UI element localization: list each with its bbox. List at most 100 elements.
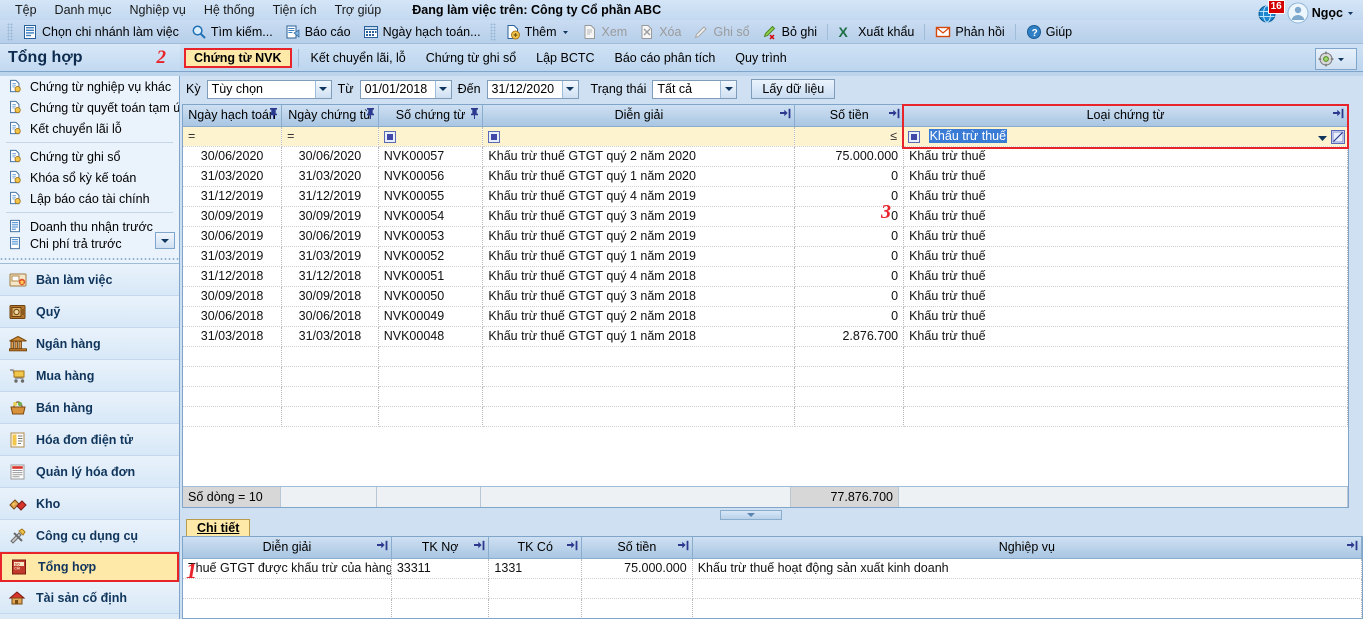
pin-icon[interactable] <box>1333 108 1344 122</box>
sidebar-item-ban-lam-viec[interactable]: Bàn làm việc <box>0 264 179 296</box>
toolbar-gripper[interactable] <box>7 22 13 41</box>
table-row[interactable]: 30/06/2018 30/06/2018 NVK00049 Khấu trừ … <box>183 306 1348 327</box>
toolbar-button-delete[interactable]: Xóa <box>633 23 687 41</box>
filter-operator-icon[interactable] <box>488 130 501 143</box>
filter-so-tien[interactable]: ≤ <box>794 126 905 147</box>
tab-ket-chuyen-lai-lo[interactable]: Kết chuyển lãi, lỗ <box>301 48 416 68</box>
pin-icon[interactable] <box>889 108 900 122</box>
column-header-so-tien[interactable]: Số tiền <box>794 105 905 127</box>
toolbar-button-accounting-date[interactable]: Ngày hạch toán... <box>357 23 487 41</box>
menu-item-nghiep-vu[interactable]: Nghiệp vụ <box>121 2 195 18</box>
column-header-ngay-hach-toan[interactable]: Ngày hạch toán <box>183 105 283 127</box>
pin-icon[interactable] <box>780 108 791 122</box>
toolbar-button-unpost[interactable]: Bỏ ghi <box>756 23 823 41</box>
gear-icon[interactable] <box>1318 51 1334 67</box>
sidebar-item-mua-hang[interactable]: Mua hàng <box>0 360 179 392</box>
chevron-down-icon[interactable] <box>1336 51 1346 67</box>
toolbar-button-feedback[interactable]: Phản hồi <box>929 23 1010 41</box>
sidebar-item-khoa-so-ky-ke-toan[interactable]: Khóa sổ kỳ kế toán <box>0 167 179 188</box>
column-header-loai-chung-tu[interactable]: Loại chứng từ <box>903 105 1348 127</box>
pin-icon[interactable] <box>470 108 479 122</box>
sidebar-item-kho[interactable]: Kho <box>0 488 179 520</box>
menu-item-danh-muc[interactable]: Danh mục <box>46 2 121 18</box>
chevron-down-icon[interactable] <box>1346 5 1355 21</box>
pin-icon[interactable] <box>366 108 375 122</box>
chevron-down-icon[interactable] <box>1318 131 1327 145</box>
sidebar-item-ket-chuyen-lai-lo[interactable]: Kết chuyển lãi lỗ <box>0 118 179 139</box>
sidebar-item-chung-tu-quyet-toan-tam-ung[interactable]: Chứng từ quyết toán tạm ứn... <box>0 97 179 118</box>
filter-ngay-hach-toan[interactable]: = <box>183 126 283 147</box>
sidebar-item-quan-ly-hoa-don[interactable]: Quản lý hóa đơn <box>0 456 179 488</box>
toolbar-button-export[interactable]: X Xuất khẩu <box>832 23 920 41</box>
notifications-button[interactable]: 16 <box>1257 0 1285 24</box>
filter-so-chung-tu[interactable] <box>378 126 484 147</box>
filter-dien-giai[interactable] <box>482 126 796 147</box>
tab-chung-tu-ghi-so[interactable]: Chứng từ ghi sổ <box>416 48 526 68</box>
toolbar-button-report[interactable]: Báo cáo <box>279 23 357 41</box>
to-date-input[interactable]: 31/12/2020 <box>486 79 579 99</box>
menu-item-tro-giup[interactable]: Trợ giúp <box>326 2 391 18</box>
toolbar-gripper-2[interactable] <box>489 22 496 41</box>
column-header-so-chung-tu[interactable]: Số chứng từ <box>378 105 484 127</box>
menu-item-tien-ich[interactable]: Tiện ích <box>264 2 326 18</box>
pin-icon[interactable] <box>567 540 578 554</box>
table-row[interactable]: 31/03/2020 31/03/2020 NVK00056 Khấu trừ … <box>183 166 1348 187</box>
table-row[interactable]: 31/12/2019 31/12/2019 NVK00055 Khấu trừ … <box>183 186 1348 207</box>
tab-quy-trinh[interactable]: Quy trình <box>725 48 796 68</box>
sidebar-item-ban-hang[interactable]: Bán hàng <box>0 392 179 424</box>
chevron-down-icon[interactable] <box>720 80 737 98</box>
detail-column-header-nghiep-vu[interactable]: Nghiệp vụ <box>692 537 1362 559</box>
table-row[interactable]: 30/09/2018 30/09/2018 NVK00050 Khấu trừ … <box>183 286 1348 307</box>
clear-filter-icon[interactable] <box>1331 129 1345 144</box>
chevron-down-icon[interactable] <box>434 80 451 98</box>
user-menu[interactable]: Ngọc <box>1287 2 1355 24</box>
detail-column-header-tk-no[interactable]: TK Nợ <box>391 537 490 559</box>
menu-item-tep[interactable]: Tệp <box>6 2 46 18</box>
table-row[interactable]: 30/06/2020 30/06/2020 NVK00057 Khấu trừ … <box>183 146 1348 167</box>
sidebar-item-hoa-don-dien-tu[interactable]: Hóa đơn điện tử <box>0 424 179 456</box>
detail-column-header-so-tien[interactable]: Số tiền <box>581 537 693 559</box>
table-row[interactable]: 30/09/2019 30/09/2019 NVK00054 Khấu trừ … <box>183 206 1348 227</box>
column-header-dien-giai[interactable]: Diễn giải <box>482 105 796 127</box>
pin-icon[interactable] <box>677 540 689 554</box>
from-date-input[interactable]: 01/01/2018 <box>359 79 452 99</box>
toolbar-button-choose-branch[interactable]: Chọn chi nhánh làm việc <box>16 23 185 41</box>
sidebar-scroll-down-button[interactable] <box>155 232 175 249</box>
filter-loai-chung-tu[interactable]: Khấu trừ thuế <box>903 126 1348 147</box>
period-select[interactable]: Tùy chọn <box>206 79 332 99</box>
table-row[interactable]: 31/03/2018 31/03/2018 NVK00048 Khấu trừ … <box>183 326 1348 347</box>
sidebar-item-chi-phi-tra-truoc[interactable]: Chi phí trả trước <box>0 237 179 251</box>
detail-column-header-dien-giai[interactable]: Diễn giải <box>183 537 392 559</box>
sidebar-item-tong-hop[interactable]: SỔ CÁI Tổng hợp <box>0 552 179 582</box>
grid-settings-button[interactable] <box>1315 48 1357 70</box>
sidebar-item-chung-tu-nghiep-vu-khac[interactable]: Chứng từ nghiệp vụ khác <box>0 76 179 97</box>
chevron-down-icon[interactable] <box>314 80 331 98</box>
sidebar-resize-grip[interactable] <box>0 255 179 263</box>
sidebar-item-chung-tu-ghi-so[interactable]: Chứng từ ghi sổ <box>0 146 179 167</box>
pin-icon[interactable] <box>474 540 485 554</box>
chevron-down-icon[interactable] <box>561 24 570 40</box>
sidebar-item-ngan-hang[interactable]: Ngân hàng <box>0 328 179 360</box>
sidebar-item-tai-san-co-dinh[interactable]: Tài sản cố định <box>0 582 179 614</box>
tab-chung-tu-nvk[interactable]: Chứng từ NVK <box>184 47 292 68</box>
tab-lap-bctc[interactable]: Lập BCTC <box>526 48 604 68</box>
filter-ngay-chung-tu[interactable]: = <box>281 126 379 147</box>
pin-icon[interactable] <box>269 108 278 122</box>
table-row[interactable]: 31/03/2019 31/03/2019 NVK00052 Khấu trừ … <box>183 246 1348 267</box>
tab-bao-cao-phan-tich[interactable]: Báo cáo phân tích <box>605 48 726 68</box>
pin-icon[interactable] <box>1347 540 1358 554</box>
toolbar-button-view[interactable]: Xem <box>576 23 634 41</box>
table-row[interactable]: 31/12/2018 31/12/2018 NVK00051 Khấu trừ … <box>183 266 1348 287</box>
sidebar-item-doanh-thu-nhan-truoc[interactable]: Doanh thu nhận trước <box>0 216 179 237</box>
column-header-ngay-chung-tu[interactable]: Ngày chứng từ <box>281 105 379 127</box>
sidebar-item-cong-cu-dung-cu[interactable]: Công cụ dụng cụ <box>0 520 179 552</box>
toolbar-button-search[interactable]: Tìm kiếm... <box>185 23 279 41</box>
sidebar-item-lap-bao-cao-tai-chinh[interactable]: Lập báo cáo tài chính <box>0 188 179 209</box>
menu-item-he-thong[interactable]: Hệ thống <box>195 2 264 18</box>
chevron-down-icon[interactable] <box>561 80 578 98</box>
detail-row[interactable]: Thuế GTGT được khấu trừ của hàng hó 3331… <box>183 558 1362 579</box>
toolbar-button-help[interactable]: ? Giúp <box>1020 23 1078 41</box>
filter-operator-icon[interactable] <box>908 130 921 143</box>
pin-icon[interactable] <box>376 540 388 554</box>
fetch-data-button[interactable]: Lấy dữ liệu <box>751 79 836 99</box>
